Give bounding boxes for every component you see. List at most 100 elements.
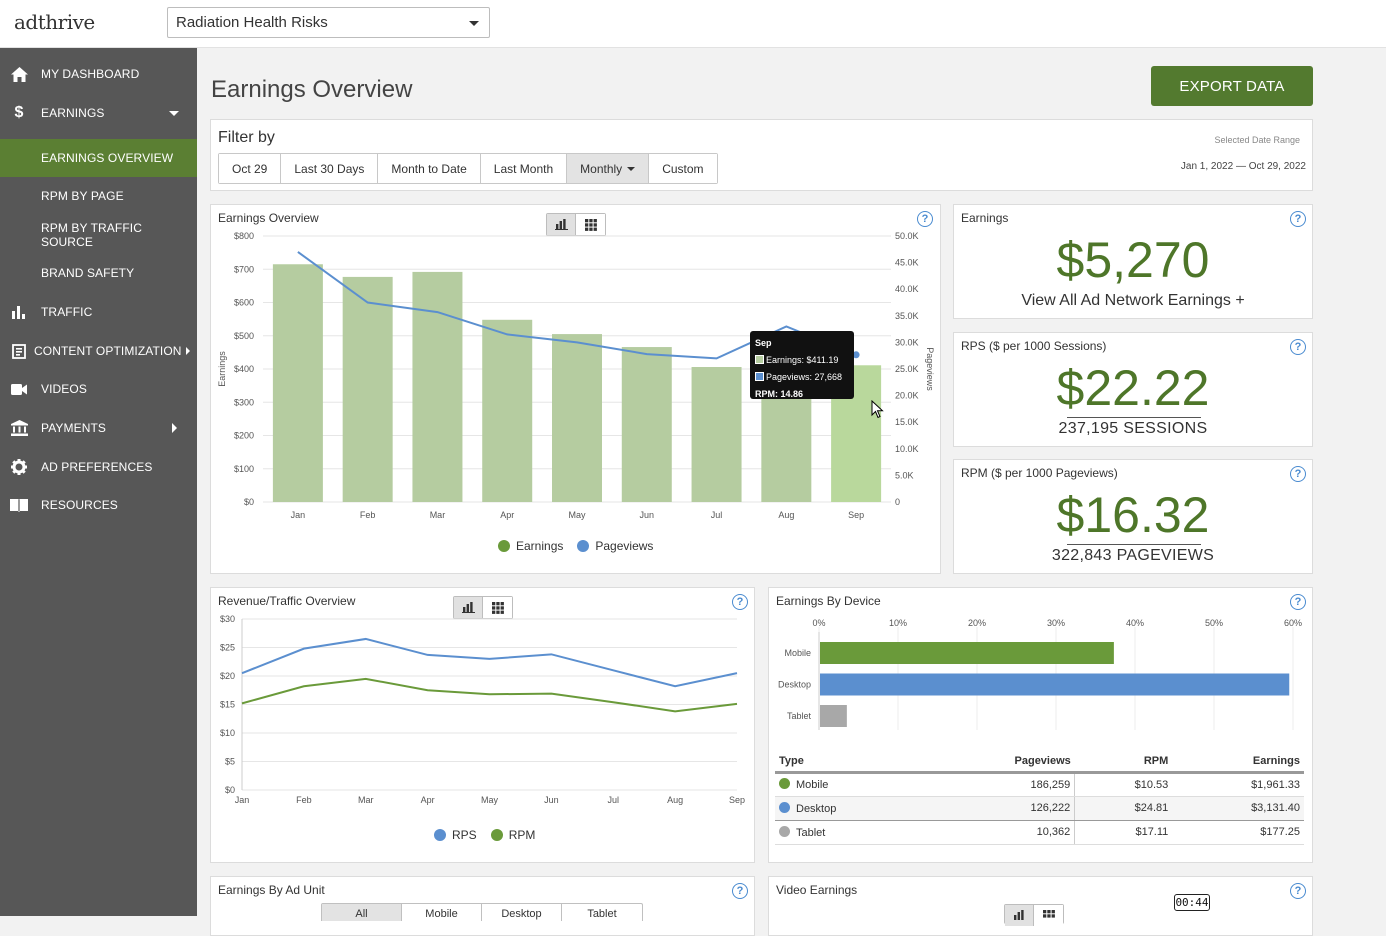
- filter-monthly-dropdown[interactable]: Monthly: [567, 154, 650, 183]
- y2-tick-label: 35.0K: [895, 311, 919, 321]
- x-tick-label: Jul: [607, 795, 619, 805]
- tablet-dot: [779, 825, 790, 837]
- table-row: Tablet 10,362 $17.11 $177.25: [775, 820, 1304, 845]
- column-header[interactable]: Type: [775, 751, 927, 774]
- x-tick-label: Jan: [291, 510, 306, 520]
- type-cell: Mobile: [775, 772, 927, 797]
- revenue-traffic-chart: $0 $5 $10 $15 $20 $25 $30 Jan Feb Mar Apr May Jun Jul…: [220, 614, 745, 805]
- column-header[interactable]: Earnings: [1172, 751, 1304, 774]
- y-tick-label: $30: [220, 614, 235, 624]
- tooltip-pageviews: Pageviews: 27,668: [755, 369, 849, 386]
- legend-label: Earnings: [516, 539, 564, 553]
- earnings-cell: $3,131.40: [1172, 795, 1304, 821]
- tab-all[interactable]: All: [322, 904, 402, 921]
- sidebar-item-content-optimization[interactable]: CONTENT OPTIMIZATION: [0, 332, 197, 370]
- filter-panel: Filter by Oct 29 Last 30 Days Month to D…: [210, 119, 1313, 191]
- legend-item-earnings[interactable]: Earnings: [498, 539, 563, 553]
- tooltip-rpm: RPM: 14.86: [755, 389, 804, 399]
- y-tick-label: Mobile: [784, 648, 811, 658]
- tab-mobile[interactable]: Mobile: [402, 904, 482, 921]
- filter-custom-button[interactable]: Custom: [649, 154, 717, 183]
- date-range-value: Jan 1, 2022 — Oct 29, 2022: [1180, 161, 1306, 172]
- view-all-earnings-link[interactable]: View All Ad Network Earnings +: [954, 292, 1312, 310]
- column-header[interactable]: RPM: [1074, 751, 1173, 774]
- legend-dot: [434, 829, 446, 841]
- sidebar-item-earnings[interactable]: $ EARNINGS: [0, 94, 197, 132]
- y-tick-label: $0: [244, 497, 254, 507]
- column-header[interactable]: Pageviews: [926, 751, 1075, 774]
- filter-title: Filter by: [218, 129, 275, 146]
- tooltip-earnings-text: Earnings: $411.19: [766, 355, 839, 365]
- sidebar-item-rpm-by-traffic-source[interactable]: RPM BY TRAFFIC SOURCE: [0, 216, 197, 254]
- filter-last-30-days-button[interactable]: Last 30 Days: [281, 154, 379, 183]
- filter-oct-29-button[interactable]: Oct 29: [219, 154, 282, 183]
- divider: [1067, 544, 1201, 545]
- legend-item-rpm[interactable]: RPM: [490, 828, 535, 842]
- x-tick-label: 50%: [1205, 618, 1223, 628]
- filter-last-month-button[interactable]: Last Month: [480, 154, 568, 183]
- series-line-rps: [241, 637, 738, 688]
- sidebar-item-label: RESOURCES: [41, 498, 118, 512]
- earnings-by-ad-unit-panel: Earnings By Ad Unit ? All Mobile Desktop…: [210, 876, 755, 936]
- help-icon[interactable]: ?: [1290, 211, 1306, 227]
- page-title: Earnings Overview: [211, 76, 413, 103]
- legend-dot: [498, 540, 510, 552]
- pageviews-count: 322,843 PAGEVIEWS: [1051, 547, 1215, 564]
- earnings-overview-panel: Earnings Overview ? $0 $100 $200 $300 $400 $5…: [210, 204, 941, 574]
- x-tick-label: Jul: [711, 510, 723, 520]
- y-tick-label: $10: [220, 728, 235, 738]
- tab-tablet[interactable]: Tablet: [562, 904, 642, 921]
- bar-earnings: [272, 264, 323, 502]
- y2-tick-label: 15.0K: [895, 417, 919, 427]
- sidebar-item-earnings-overview[interactable]: EARNINGS OVERVIEW: [0, 139, 197, 177]
- rps-value: $22.22: [1056, 360, 1210, 416]
- rpm-value: $16.32: [1056, 487, 1210, 543]
- y-tick-label: $0: [225, 785, 235, 795]
- tab-desktop[interactable]: Desktop: [482, 904, 562, 921]
- sidebar-item-payments[interactable]: PAYMENTS: [0, 409, 197, 447]
- logo[interactable]: adthrive: [14, 10, 95, 34]
- filter-month-to-date-button[interactable]: Month to Date: [378, 154, 481, 183]
- sidebar-item-label: EARNINGS: [41, 106, 105, 120]
- date-range-label: Selected Date Range: [1214, 135, 1300, 145]
- y2-tick-label: 45.0K: [895, 258, 919, 268]
- sidebar-item-resources[interactable]: RESOURCES: [0, 486, 197, 524]
- revenue-traffic-panel: Revenue/Traffic Overview ? $0 $5 $10 $15 $20…: [210, 587, 755, 863]
- sidebar-item-rpm-by-page[interactable]: RPM BY PAGE: [0, 177, 197, 215]
- rpm-card-title: RPM ($ per 1000 Pageviews): [961, 466, 1118, 480]
- sidebar-item-traffic[interactable]: TRAFFIC: [0, 293, 197, 331]
- legend-item-rps[interactable]: RPS: [434, 828, 477, 842]
- earnings-cell: $1,961.33: [1172, 772, 1304, 797]
- help-icon[interactable]: ?: [732, 883, 748, 899]
- x-tick-label: Aug: [667, 795, 683, 805]
- help-icon[interactable]: ?: [1290, 466, 1306, 482]
- legend-item-pageviews[interactable]: Pageviews: [577, 539, 653, 553]
- sidebar-item-brand-safety[interactable]: BRAND SAFETY: [0, 254, 197, 292]
- tooltip-pageviews-text: Pageviews: 27,668: [766, 372, 843, 382]
- x-tick-label: Feb: [360, 510, 376, 520]
- chevron-down-icon: [169, 111, 179, 116]
- x-tick-label: Mar: [358, 795, 374, 805]
- sidebar: MY DASHBOARD $ EARNINGS EARNINGS OVERVIE…: [0, 48, 197, 916]
- bar-device: [820, 642, 1114, 664]
- pageviews-cell: 10,362: [926, 820, 1075, 845]
- help-icon[interactable]: ?: [1290, 883, 1306, 899]
- y-tick-label: Desktop: [778, 680, 811, 690]
- earnings-card-title: Earnings: [961, 211, 1009, 225]
- sidebar-item-videos[interactable]: VIDEOS: [0, 370, 197, 408]
- bar-earnings: [342, 276, 393, 502]
- y-tick-label: $20: [220, 671, 235, 681]
- help-icon[interactable]: ?: [1290, 339, 1306, 355]
- sidebar-item-my-dashboard[interactable]: MY DASHBOARD: [0, 55, 197, 93]
- y-tick-label: $25: [220, 643, 235, 653]
- sidebar-item-ad-preferences[interactable]: AD PREFERENCES: [0, 448, 197, 486]
- site-select[interactable]: Radiation Health Risks: [167, 7, 490, 38]
- y-tick-label: $800: [234, 231, 254, 241]
- y-tick-label: $200: [234, 431, 254, 441]
- sidebar-item-label: PAYMENTS: [41, 421, 107, 435]
- legend-label: RPS: [452, 828, 477, 842]
- legend-dot: [490, 829, 503, 841]
- rpm-cell: $17.11: [1074, 820, 1173, 845]
- export-data-button[interactable]: EXPORT DATA: [1151, 66, 1313, 106]
- y-tick-label: $100: [234, 464, 254, 474]
